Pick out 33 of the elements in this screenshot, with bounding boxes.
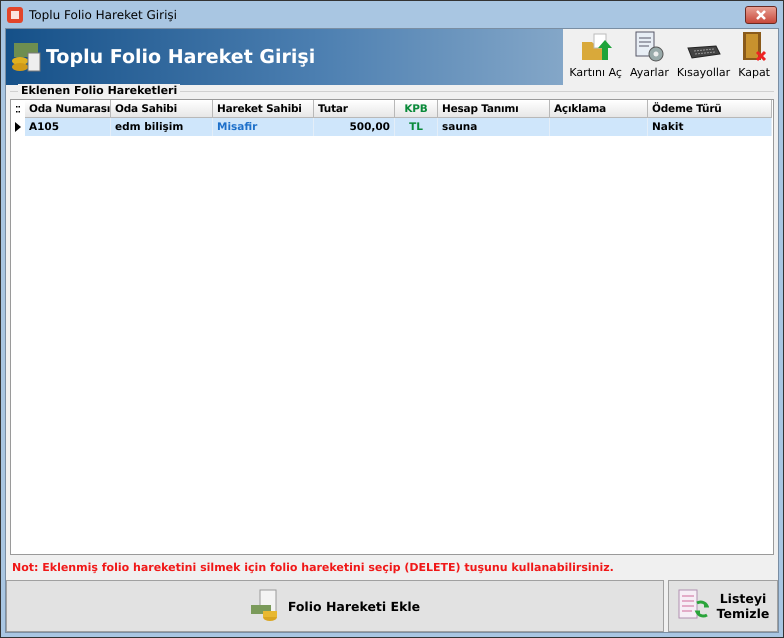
group-title: Eklenen Folio Hareketleri: [18, 84, 180, 97]
toolbar-button[interactable]: Kartını Aç: [565, 30, 626, 81]
table-cell: sauna: [438, 118, 550, 136]
table-cell: TL: [395, 118, 438, 136]
app-icon: [7, 6, 23, 22]
add-button[interactable]: Folio Hareketi Ekle: [6, 580, 664, 632]
close-icon: [756, 10, 766, 20]
column-header[interactable]: Hareket Sahibi: [213, 100, 314, 118]
column-header[interactable]: Oda Numarası: [25, 100, 111, 118]
door-exit-icon: [740, 30, 768, 62]
toolbar-button[interactable]: Kapat: [734, 28, 774, 81]
table-cell: Misafir: [213, 118, 314, 136]
column-header[interactable]: Açıklama: [550, 100, 648, 118]
table-cell: A105: [25, 118, 111, 136]
column-header[interactable]: Hesap Tanımı: [438, 100, 550, 118]
money-document-icon: [250, 589, 280, 623]
table-cell: 500,00: [314, 118, 395, 136]
clear-button[interactable]: Listeyi Temizle: [668, 580, 778, 632]
window-title: Toplu Folio Hareket Girişi: [29, 8, 178, 22]
money-document-icon: [10, 41, 42, 73]
column-header[interactable]: Tutar: [314, 100, 395, 118]
column-header[interactable]: KPB: [395, 100, 438, 118]
column-header[interactable]: Oda Sahibi: [111, 100, 213, 118]
column-header[interactable]: Ödeme Türü: [648, 100, 772, 118]
close-button[interactable]: [745, 6, 777, 24]
toolbar-button[interactable]: Kısayollar: [672, 40, 734, 81]
header-title: Toplu Folio Hareket Girişi: [46, 46, 316, 68]
table-cell: edm bilişim: [111, 118, 213, 136]
table-cell: Nakit: [648, 118, 772, 136]
folder-icon: [580, 32, 612, 62]
note-text: Not: Eklenmiş folio hareketini silmek için folio hareketini seçip (DELETE) tuşunu kullanabilirsiniz.: [11, 560, 615, 576]
toolbar-button[interactable]: Ayarlar: [626, 28, 673, 81]
grid-handle-icon: [16, 106, 20, 112]
